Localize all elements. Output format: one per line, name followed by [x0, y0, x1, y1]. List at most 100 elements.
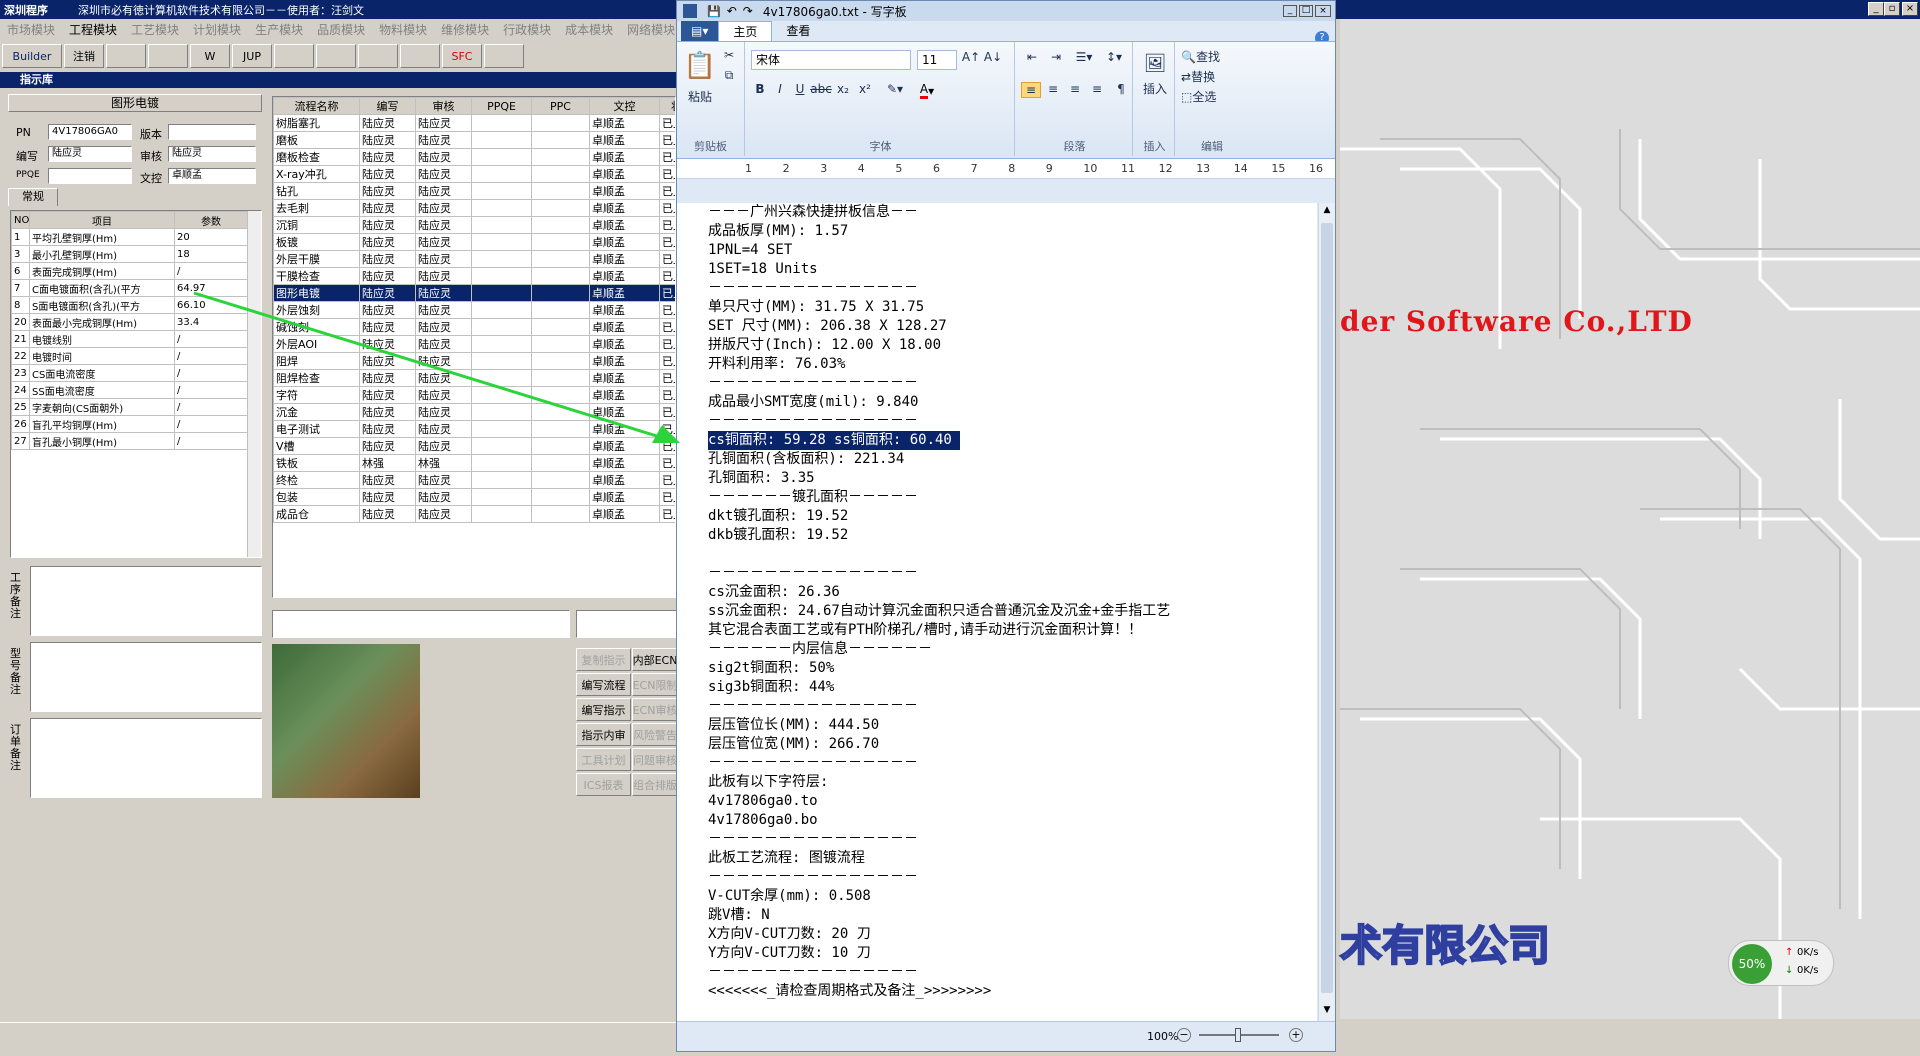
line-spacing-icon[interactable]: ↕▾ — [1101, 50, 1127, 64]
toolbar-button[interactable] — [316, 44, 356, 68]
cut-icon[interactable]: ✂ — [721, 48, 737, 62]
param-row[interactable]: 1 平均孔壁铜厚(Hm) 20 — [11, 228, 248, 246]
menu-item[interactable]: 物料模块 — [379, 21, 427, 38]
flow-row[interactable]: 外层干膜陆应灵陆应灵卓顺孟已上 — [273, 250, 675, 268]
version-field[interactable] — [168, 124, 256, 140]
toolbar-button[interactable]: JUP — [232, 44, 272, 68]
scroll-down-icon[interactable]: ▼ — [1321, 1005, 1333, 1019]
ppqe-field[interactable] — [48, 168, 132, 184]
menu-item[interactable]: 品质模块 — [317, 21, 365, 38]
search-input[interactable] — [576, 610, 680, 638]
font-size-select[interactable]: 11 — [917, 50, 957, 70]
flow-header[interactable]: 文控 — [589, 97, 660, 115]
scroll-thumb[interactable] — [1321, 223, 1333, 993]
model-remark-box[interactable] — [30, 642, 262, 712]
action-button[interactable]: 问题审核 — [632, 748, 678, 771]
toolbar-button[interactable] — [400, 44, 440, 68]
zoom-slider-thumb[interactable] — [1235, 1028, 1241, 1042]
select-all-button[interactable]: ⬚ 全选 — [1181, 88, 1241, 105]
restore-button[interactable]: ▫ — [1884, 2, 1900, 16]
process-remark-box[interactable] — [30, 566, 262, 636]
wp-maximize-button[interactable]: □ — [1299, 5, 1313, 17]
toolbar-button[interactable]: Builder — [2, 44, 62, 68]
superscript-icon[interactable]: x² — [855, 82, 875, 96]
bold-icon[interactable]: B — [751, 82, 769, 96]
action-button[interactable]: 复制指示 — [576, 648, 631, 671]
order-remark-box[interactable] — [30, 718, 262, 798]
justify-icon[interactable]: ≡ — [1087, 82, 1107, 96]
toolbar-button[interactable] — [106, 44, 146, 68]
param-row[interactable]: 6 表面完成铜厚(Hm) / — [11, 262, 248, 280]
wp-minimize-button[interactable]: _ — [1283, 5, 1297, 17]
flow-row[interactable]: 成品仓陆应灵陆应灵卓顺孟已上 — [273, 505, 675, 523]
copy-icon[interactable]: ⧉ — [721, 68, 737, 83]
filter-dropdown[interactable] — [272, 610, 570, 638]
paragraph-icon[interactable]: ¶ — [1111, 82, 1131, 96]
action-button[interactable]: 编写流程 — [576, 673, 631, 696]
underline-icon[interactable]: U — [791, 82, 809, 96]
flow-row[interactable]: 终检陆应灵陆应灵卓顺孟已上 — [273, 471, 675, 489]
flow-header[interactable]: PPQE — [471, 97, 532, 115]
font-family-select[interactable]: 宋体 — [751, 50, 911, 70]
flow-row[interactable]: 磨板陆应灵陆应灵卓顺孟已上 — [273, 131, 675, 149]
subscript-icon[interactable]: x₂ — [833, 82, 853, 96]
tab-view[interactable]: 查看 — [772, 21, 824, 41]
zoom-in-icon[interactable]: + — [1289, 1028, 1303, 1042]
flow-header[interactable]: 审核 — [415, 97, 472, 115]
menu-item[interactable]: 市场模块 — [7, 21, 55, 38]
menu-item[interactable]: 工程模块 — [69, 21, 117, 38]
flow-row[interactable]: 树脂塞孔陆应灵陆应灵卓顺孟已上 — [273, 114, 675, 132]
save-icon[interactable]: 💾 — [707, 5, 721, 18]
italic-icon[interactable]: I — [771, 82, 789, 96]
action-button[interactable]: 风险警告 — [632, 723, 678, 746]
flow-row[interactable]: 去毛刺陆应灵陆应灵卓顺孟已上 — [273, 199, 675, 217]
action-button[interactable]: 组合排版 — [632, 773, 678, 796]
tab-general[interactable]: 常规 — [8, 188, 58, 206]
wp-close-button[interactable]: × — [1315, 5, 1331, 17]
action-button[interactable]: 内部ECN — [632, 648, 678, 671]
toolbar-button[interactable] — [148, 44, 188, 68]
menu-item[interactable]: 计划模块 — [193, 21, 241, 38]
highlight-icon[interactable]: ✎▾ — [881, 82, 909, 96]
menu-item[interactable]: 成本模块 — [565, 21, 613, 38]
menu-item[interactable]: 生产模块 — [255, 21, 303, 38]
redo-icon[interactable]: ↷ — [743, 4, 753, 18]
decrease-indent-icon[interactable]: ⇤ — [1021, 50, 1043, 64]
action-button[interactable]: 指示内审 — [576, 723, 631, 746]
action-button[interactable]: ECN审核 — [632, 698, 678, 721]
align-right-icon[interactable]: ≡ — [1065, 82, 1085, 96]
pn-field[interactable]: 4V17806GA0 — [48, 124, 132, 140]
menu-item[interactable]: 维修模块 — [441, 21, 489, 38]
tab-home[interactable]: 主页 — [718, 21, 773, 41]
insert-label[interactable]: 插入 — [1137, 80, 1173, 97]
flow-row[interactable]: X-ray冲孔陆应灵陆应灵卓顺孟已上 — [273, 165, 675, 183]
font-color-icon[interactable]: A ▾ — [913, 82, 941, 99]
flow-header[interactable]: PPC — [531, 97, 590, 115]
menu-item[interactable]: 行政模块 — [503, 21, 551, 38]
editor-field[interactable]: 陆应灵 — [48, 146, 132, 162]
param-header[interactable]: 项目 — [29, 211, 175, 229]
undo-icon[interactable]: ↶ — [727, 4, 737, 18]
flow-row[interactable]: 沉铜陆应灵陆应灵卓顺孟已上 — [273, 216, 675, 234]
menu-item[interactable]: 网络模块 — [627, 21, 675, 38]
shrink-font-icon[interactable]: A↓ — [983, 50, 1003, 64]
flow-header[interactable]: 编写 — [359, 97, 416, 115]
document-area[interactable]: －－－广州兴森快捷拼板信息－－ 成品板厚(MM): 1.57 1PNL=4 SET 1… — [677, 203, 1317, 1021]
flow-row[interactable]: 磨板检查陆应灵陆应灵卓顺孟已上 — [273, 148, 675, 166]
toolbar-button[interactable] — [274, 44, 314, 68]
align-left-icon[interactable]: ≡ — [1021, 82, 1041, 98]
close-button[interactable]: × — [1902, 2, 1918, 16]
document-text[interactable]: －－－广州兴森快捷拼板信息－－ 成品板厚(MM): 1.57 1PNL=4 SET 1… — [708, 203, 1170, 1001]
wenkong-field[interactable]: 卓顺孟 — [168, 168, 256, 184]
paste-label[interactable]: 粘贴 — [683, 88, 717, 105]
scroll-up-icon[interactable]: ▲ — [1321, 205, 1333, 219]
param-header[interactable]: NO — [11, 211, 30, 229]
picture-icon[interactable]: 🖼 — [1141, 50, 1169, 76]
list-icon[interactable]: ☰▾ — [1071, 50, 1097, 64]
flow-header[interactable]: 状 — [659, 97, 675, 115]
strikethrough-icon[interactable]: abc — [810, 82, 832, 96]
action-button[interactable]: ECN限制 — [632, 673, 678, 696]
action-button[interactable]: 编写指示 — [576, 698, 631, 721]
increase-indent-icon[interactable]: ⇥ — [1045, 50, 1067, 64]
review-field[interactable]: 陆应灵 — [168, 146, 256, 162]
